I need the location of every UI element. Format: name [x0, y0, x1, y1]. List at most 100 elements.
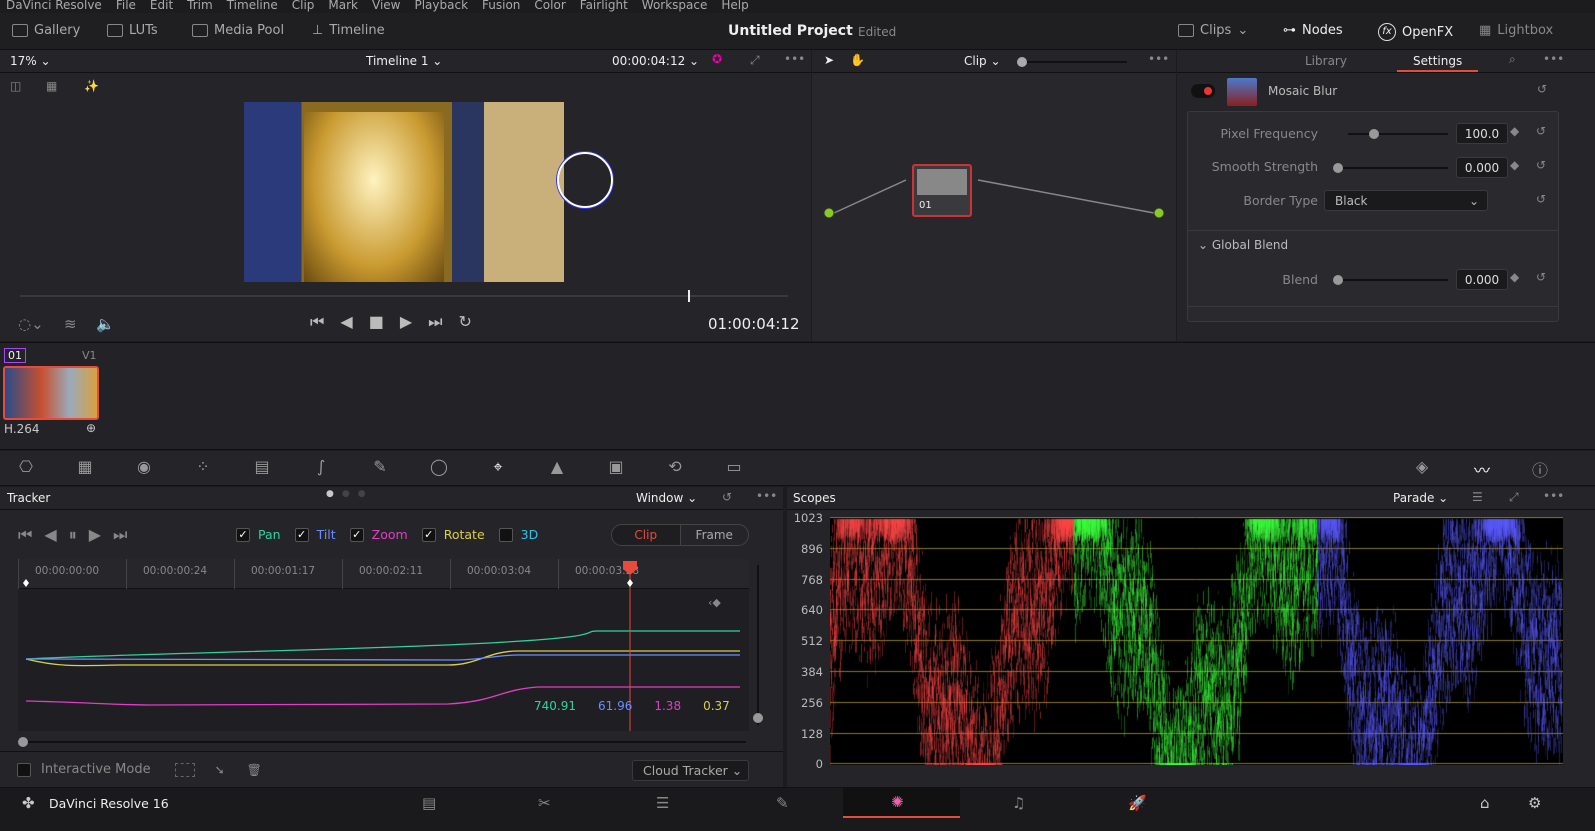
reset-icon[interactable]: ↺: [1536, 270, 1546, 284]
menu-item[interactable]: Clip: [292, 0, 315, 13]
page-dots[interactable]: ●●●: [326, 489, 374, 499]
checkbox-rotate[interactable]: ✓: [421, 527, 436, 542]
menu-item[interactable]: Playback: [414, 0, 468, 13]
fusion-page-icon[interactable]: ✎: [776, 794, 789, 812]
qualifier-icon[interactable]: ✎: [368, 457, 392, 477]
video-frame[interactable]: [244, 102, 613, 282]
fairlight-page-icon[interactable]: ♫: [1012, 794, 1025, 812]
timeline-button[interactable]: ⊥ Timeline: [312, 23, 385, 38]
blend-slider[interactable]: [1333, 275, 1448, 285]
media-pool-button[interactable]: Media Pool: [192, 23, 284, 38]
timecode-top[interactable]: 00:00:04:12 ⌄: [612, 54, 699, 68]
motion-effects-icon[interactable]: ▤: [250, 457, 274, 477]
track-controls[interactable]: ⏮◀⏸▶⏭: [18, 525, 139, 545]
node-editor[interactable]: ➤ ✋ Clip ⌄ ••• 01: [812, 50, 1176, 341]
blend-field[interactable]: 0.000: [1456, 269, 1508, 290]
split-view-icon[interactable]: ◫: [10, 79, 21, 93]
curves-icon[interactable]: ∫: [309, 457, 333, 477]
deliver-page-icon[interactable]: 🚀: [1128, 794, 1147, 812]
more-icon[interactable]: •••: [784, 52, 805, 66]
layers-icon[interactable]: ≋: [64, 315, 77, 333]
reset-icon[interactable]: ↺: [1537, 82, 1547, 96]
menu-item[interactable]: Fusion: [482, 0, 520, 13]
tracker-mode-dropdown[interactable]: Window ⌄: [636, 491, 697, 505]
keyframe-icon[interactable]: ◆: [1510, 124, 1519, 138]
clip-thumbnail[interactable]: [3, 366, 99, 420]
frame-toggle[interactable]: Frame: [679, 525, 749, 545]
search-icon[interactable]: ⌕: [1509, 52, 1516, 67]
effect-enable-toggle[interactable]: [1191, 84, 1215, 98]
set-point-icon[interactable]: ➘: [215, 763, 225, 777]
luts-button[interactable]: LUTs: [107, 23, 158, 38]
gallery-button[interactable]: Gallery: [12, 23, 80, 38]
openfx-button[interactable]: fx OpenFX: [1378, 23, 1453, 41]
reset-icon[interactable]: ↺: [1536, 192, 1546, 206]
scopes-icon[interactable]: 〰: [1470, 457, 1494, 480]
window-shape-circle[interactable]: [557, 152, 613, 208]
delete-points-icon[interactable]: 🗑: [247, 763, 262, 777]
color-match-icon[interactable]: ▦: [73, 457, 97, 477]
insert-feature-icon[interactable]: [174, 762, 195, 777]
clip-frame-toggle[interactable]: Clip Frame: [611, 524, 749, 546]
menu-item[interactable]: Fairlight: [580, 0, 628, 13]
settings-icon[interactable]: ⚙: [1528, 794, 1541, 812]
viewer-scrubber[interactable]: [20, 290, 788, 302]
zoom-dropdown[interactable]: 17% ⌄: [10, 54, 51, 68]
node-01[interactable]: 01: [912, 164, 972, 217]
lightbox-button[interactable]: ▦ Lightbox: [1479, 23, 1553, 38]
media-page-icon[interactable]: ▤: [422, 794, 436, 812]
scope-mode-dropdown[interactable]: Parade ⌄: [1393, 491, 1448, 505]
menu-item[interactable]: Mark: [328, 0, 358, 13]
menu-item[interactable]: File: [116, 0, 136, 13]
menu-item[interactable]: Timeline: [227, 0, 278, 13]
edit-page-icon[interactable]: ☰: [656, 794, 669, 812]
checkbox-3d[interactable]: [498, 527, 513, 542]
timeline-dropdown[interactable]: Timeline 1 ⌄: [366, 54, 442, 68]
keyframe-icon[interactable]: ◆: [1510, 270, 1519, 284]
clip-toggle[interactable]: Clip: [612, 525, 680, 545]
menu-item[interactable]: Color: [534, 0, 565, 13]
more-icon[interactable]: •••: [1543, 489, 1564, 503]
border-type-dropdown[interactable]: Black ⌄: [1324, 190, 1488, 211]
reset-icon[interactable]: ↺: [1536, 124, 1546, 138]
nodes-button[interactable]: ⊶ Nodes: [1283, 23, 1343, 38]
color-page-tab[interactable]: ✺: [843, 788, 960, 818]
menu-item[interactable]: Workspace: [642, 0, 708, 13]
clips-button[interactable]: Clips ⌄: [1178, 23, 1248, 38]
playhead[interactable]: [688, 290, 691, 302]
key-icon[interactable]: ▣: [604, 457, 628, 477]
fullscreen-icon[interactable]: ⤢: [1509, 490, 1519, 505]
window-select-icon[interactable]: ◌⌄: [18, 315, 44, 333]
grid-icon[interactable]: ▦: [46, 79, 57, 93]
checkbox-pan[interactable]: ✓: [236, 527, 250, 542]
menu-item[interactable]: View: [372, 0, 400, 13]
reset-icon[interactable]: ↺: [1536, 158, 1546, 172]
menu-item[interactable]: DaVinci Resolve: [6, 0, 102, 13]
fullscreen-icon[interactable]: ⤢: [750, 53, 760, 68]
color-wheels-icon[interactable]: ◉: [132, 457, 156, 477]
smooth-strength-field[interactable]: 0.000: [1456, 157, 1508, 178]
window-icon[interactable]: ◯: [427, 457, 451, 477]
menu-item[interactable]: Trim: [187, 0, 213, 13]
keyframe-icon[interactable]: ◆: [1510, 158, 1519, 172]
tracker-icon[interactable]: ⌖: [486, 457, 510, 477]
home-icon[interactable]: ⌂: [1480, 794, 1490, 812]
highlight-icon[interactable]: ✪: [712, 52, 722, 66]
smooth-strength-slider[interactable]: [1333, 163, 1448, 173]
blur-icon[interactable]: ▲: [545, 457, 569, 477]
info-icon[interactable]: ⓘ: [1528, 457, 1552, 480]
interactive-mode-checkbox[interactable]: [17, 762, 31, 777]
more-icon[interactable]: •••: [1543, 52, 1564, 66]
checkbox-zoom[interactable]: ✓: [349, 527, 364, 542]
more-icon[interactable]: •••: [756, 489, 777, 503]
cloud-tracker-dropdown[interactable]: Cloud Tracker ⌄: [632, 760, 749, 781]
tab-settings[interactable]: Settings: [1397, 54, 1479, 72]
sizing-icon[interactable]: ⟲: [663, 457, 687, 477]
keyframes-icon[interactable]: ◈: [1410, 457, 1434, 477]
global-blend-section[interactable]: ⌄ Global Blend: [1198, 238, 1288, 252]
rgb-mixer-icon[interactable]: ⁘: [191, 457, 215, 477]
tracker-graph[interactable]: 00:00:00:00 00:00:00:24 00:00:01:17 00:00:0…: [18, 559, 749, 731]
horizontal-zoom-slider[interactable]: [18, 737, 746, 747]
tab-library[interactable]: Library: [1305, 54, 1347, 68]
vertical-zoom-slider[interactable]: [753, 565, 763, 725]
